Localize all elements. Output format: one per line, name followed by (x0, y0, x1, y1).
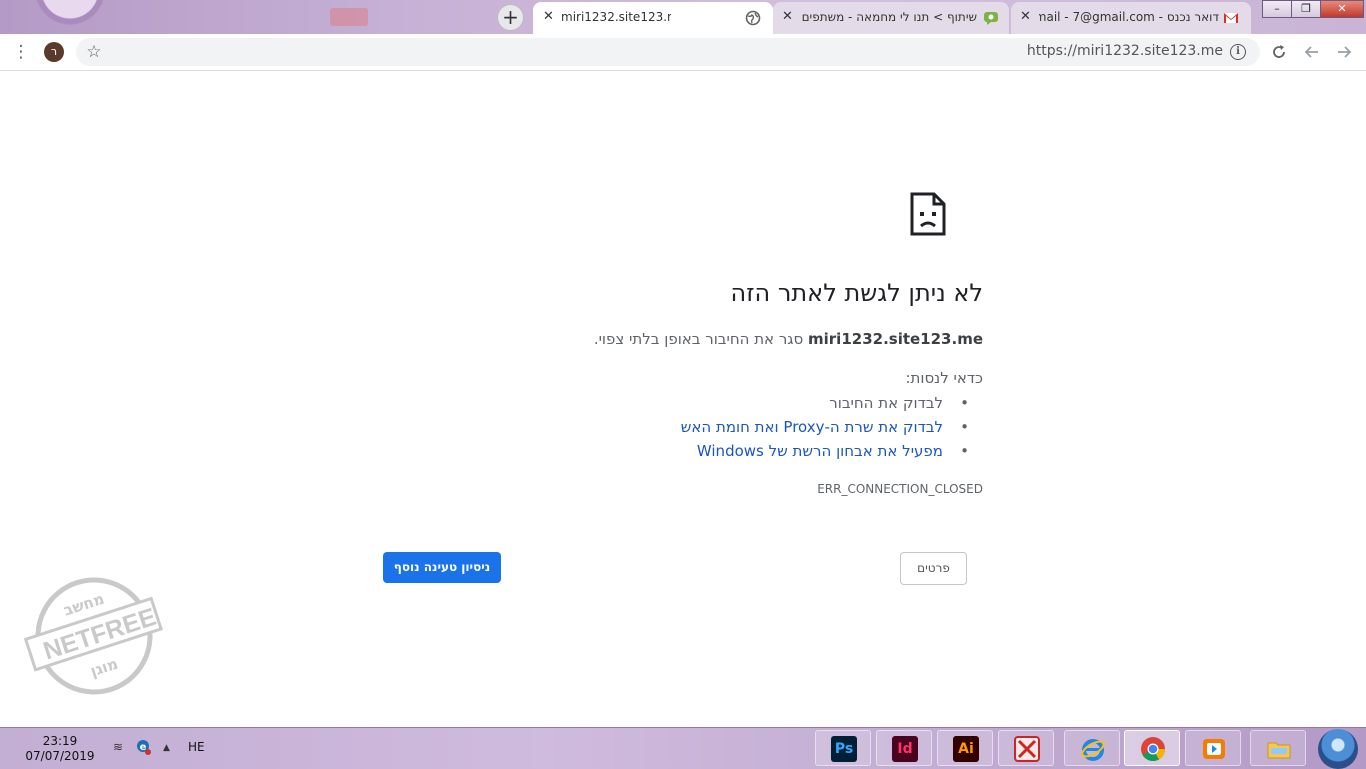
illustrator-icon: Ai (953, 736, 979, 762)
taskbar-photoshop[interactable]: Ps (815, 730, 871, 766)
taskbar: 23:19 07/07/2019 ≋ e ▲ HE Ps Id Ai (0, 727, 1366, 769)
watermark-bottom: מוגן (88, 655, 120, 681)
photoshop-icon: Ps (831, 736, 857, 762)
site-info-icon[interactable]: i (1230, 44, 1246, 60)
tab-title: דואר נכנס - Gmail - 7@gmail.com (1039, 10, 1219, 24)
clock-date: 07/07/2019 (25, 749, 95, 763)
description-text: סגר את החיבור באופן בלתי צפוי. (593, 330, 804, 348)
taskbar-indesign[interactable]: Id (876, 730, 932, 766)
close-tab-icon[interactable]: ✕ (1020, 9, 1031, 24)
try-label: כדאי לנסות: (905, 369, 983, 387)
host-name: miri1232.site123.me (808, 330, 983, 348)
taskbar-pdf-app[interactable] (998, 730, 1054, 766)
address-bar[interactable]: ☆ https://miri1232.site123.me i (76, 38, 1260, 66)
page-content: לא ניתן לגשת לאתר הזה miri1232.site123.m… (0, 71, 1366, 727)
netfree-watermark: NETFREE מחשב מוגן (24, 577, 163, 695)
clock-time: 23:19 (42, 734, 78, 748)
new-tab-button[interactable]: + (497, 4, 524, 31)
taskbar-chrome[interactable] (1124, 730, 1180, 766)
taskbar-media-app[interactable] (1185, 730, 1241, 766)
forum-icon (984, 12, 998, 25)
desktop-decoration (0, 0, 110, 34)
back-arrow-icon[interactable] (1302, 42, 1322, 62)
taskbar-file-explorer[interactable] (1250, 730, 1306, 766)
internet-explorer-icon (1081, 739, 1105, 761)
title-bar: + ✕ miri1232.site123.me ✕ שיתוף > תנו לי… (0, 0, 1366, 34)
clock[interactable]: 23:19 07/07/2019 (14, 734, 106, 764)
folder-icon (1267, 742, 1291, 759)
suggestion-list: לבדוק את החיבור לבדוק את שרת ה-Proxy ואת… (383, 391, 983, 463)
close-tab-icon[interactable]: ✕ (543, 9, 554, 24)
language-indicator[interactable]: HE (188, 740, 205, 754)
taskbar-internet-explorer[interactable] (1064, 730, 1120, 766)
browser-toolbar: ⋮ ר ☆ https://miri1232.site123.me i (0, 34, 1366, 71)
chrome-icon (1141, 737, 1165, 762)
tab-gmail[interactable]: ✕ דואר נכנס - Gmail - 7@gmail.com (1011, 2, 1251, 34)
url-text[interactable]: https://miri1232.site123.me (1027, 43, 1223, 59)
tab-title: שיתוף > תנו לי מחמאה - משתפים (801, 10, 977, 24)
watermark-netfree: NETFREE (40, 603, 160, 666)
sad-page-icon (910, 192, 946, 236)
forward-arrow-icon[interactable] (1334, 42, 1354, 62)
list-item: לבדוק את החיבור (383, 391, 969, 415)
error-description: miri1232.site123.me סגר את החיבור באופן … (383, 330, 983, 348)
globe-icon (745, 10, 761, 26)
reload-button[interactable]: ניסיון טעינה נוסף (383, 552, 501, 583)
tab-title: miri1232.site123.me (561, 10, 671, 24)
bookmark-star-icon[interactable]: ☆ (83, 41, 105, 63)
reload-icon[interactable] (1269, 42, 1289, 62)
minimize-button[interactable]: – (1262, 0, 1292, 18)
gmail-icon (1224, 13, 1238, 23)
indesign-icon: Id (892, 736, 918, 762)
taskbar-illustrator[interactable]: Ai (937, 730, 993, 766)
menu-kebab-icon[interactable]: ⋮ (10, 41, 32, 63)
close-tab-icon[interactable]: ✕ (782, 9, 793, 24)
tab-forum[interactable]: ✕ שיתוף > תנו לי מחמאה - משתפים (773, 2, 1009, 34)
network-icon[interactable]: ≋ (113, 740, 123, 754)
desktop-decoration (330, 8, 368, 26)
page-title: לא ניתן לגשת לאתר הזה (730, 279, 983, 307)
error-code: ERR_CONNECTION_CLOSED (817, 482, 983, 496)
close-window-button[interactable]: ✕ (1320, 0, 1364, 18)
avatar[interactable]: ר (44, 42, 64, 62)
media-player-icon (1203, 739, 1225, 759)
network-diagnostics-link[interactable]: מפעיל את אבחון הרשת של Windows (383, 439, 969, 463)
netfree-tray-icon[interactable]: e (135, 738, 151, 756)
tab-site123[interactable]: ✕ miri1232.site123.me (533, 2, 773, 34)
start-button[interactable] (1318, 729, 1358, 769)
pdf-app-icon (1014, 736, 1040, 762)
details-button[interactable]: פרטים (900, 552, 967, 585)
show-hidden-icons[interactable]: ▲ (163, 743, 170, 753)
maximize-button[interactable]: ❐ (1291, 0, 1321, 18)
check-proxy-link[interactable]: לבדוק את שרת ה-Proxy ואת חומת האש (383, 415, 969, 439)
